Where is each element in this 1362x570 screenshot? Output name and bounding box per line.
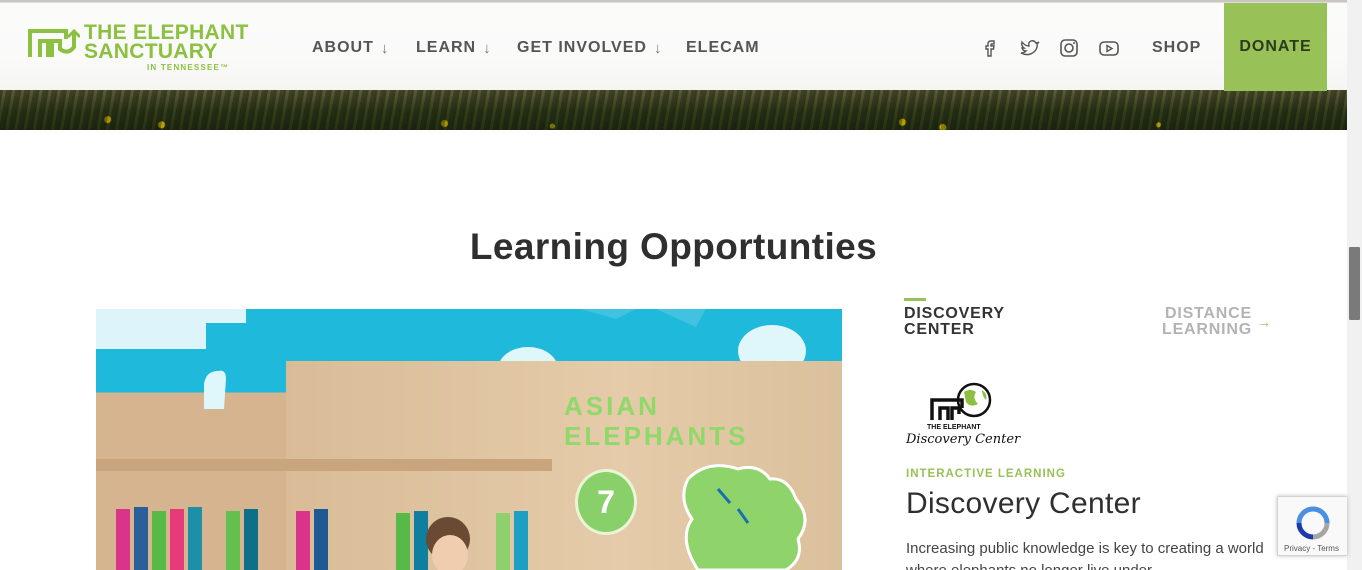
section-title: Learning Opportunties <box>469 226 878 267</box>
sign-elephants: ELEPHANTS <box>564 421 749 451</box>
card-body: Increasing public knowledge is key to cr… <box>906 540 1264 570</box>
nav-label-elecam: ELECAM <box>686 39 760 56</box>
shop-link[interactable]: SHOP <box>1152 39 1201 57</box>
chevron-down-icon: ↓ <box>653 39 663 57</box>
card-title: Discovery Center <box>906 487 1141 520</box>
dc-logo-script-text: Discovery Center <box>906 432 1021 447</box>
elephant-logo-icon <box>28 28 80 57</box>
active-tab-indicator <box>904 298 926 301</box>
recaptcha-badge[interactable]: Privacy - Terms <box>1277 496 1347 556</box>
site-logo[interactable]: THE ELEPHANT SANCTUARY IN TENNESSEE™ <box>28 21 250 73</box>
sign-asian: ASIAN <box>564 391 660 421</box>
logo-text-line3: IN TENNESSEE™ <box>147 63 230 72</box>
twitter-icon[interactable] <box>1019 37 1041 59</box>
hero-grass <box>0 90 1347 130</box>
nav-item-get-involved[interactable]: GET INVOLVED ↓ <box>517 39 662 57</box>
tab-label-line1: DISTANCE <box>1164 305 1252 322</box>
tab-label-line2: CENTER <box>904 321 975 338</box>
chevron-down-icon: ↓ <box>380 39 390 57</box>
book-cubbies <box>116 507 528 570</box>
instagram-icon[interactable] <box>1058 37 1080 59</box>
tab-label-line1: DISCOVERY <box>904 305 1005 322</box>
scrollbar-thumb[interactable] <box>1349 247 1360 320</box>
chevron-down-icon: ↓ <box>483 39 492 57</box>
nav-label-get-involved: GET INVOLVED <box>517 39 647 56</box>
exhibit-number-badge: 7 <box>575 469 637 535</box>
discovery-center-photo: ASIAN ELEPHANTS 7 <box>96 309 842 570</box>
card-eyebrow: INTERACTIVE LEARNING <box>906 468 1066 480</box>
nav-item-learn[interactable]: LEARN ↓ <box>416 39 492 57</box>
tab-label-line2: LEARNING <box>1162 321 1252 338</box>
donate-button[interactable]: DONATE <box>1224 3 1327 91</box>
map-graphic <box>682 464 807 570</box>
logo-text-line2: SANCTUARY <box>84 40 218 63</box>
site-header: THE ELEPHANT SANCTUARY IN TENNESSEE™ ABO… <box>0 2 1347 91</box>
recaptcha-icon <box>1296 506 1330 540</box>
shelf <box>96 459 552 471</box>
dc-logo-small-text: THE ELEPHANT <box>927 424 981 431</box>
nav-item-elecam[interactable]: ELECAM <box>686 39 760 57</box>
facebook-icon[interactable] <box>980 37 1002 59</box>
nav-label-learn: LEARN <box>416 39 477 56</box>
tab-distance-learning[interactable]: DISTANCE LEARNING <box>1162 306 1252 338</box>
recaptcha-links[interactable]: Privacy - Terms <box>1284 544 1339 553</box>
tab-discovery-center[interactable]: DISCOVERY CENTER <box>904 306 1005 338</box>
nav-label-about: ABOUT <box>312 39 374 56</box>
arrow-right-icon[interactable]: → <box>1257 314 1271 330</box>
nav-item-about[interactable]: ABOUT ↓ <box>312 39 389 57</box>
youtube-icon[interactable] <box>1098 37 1120 59</box>
